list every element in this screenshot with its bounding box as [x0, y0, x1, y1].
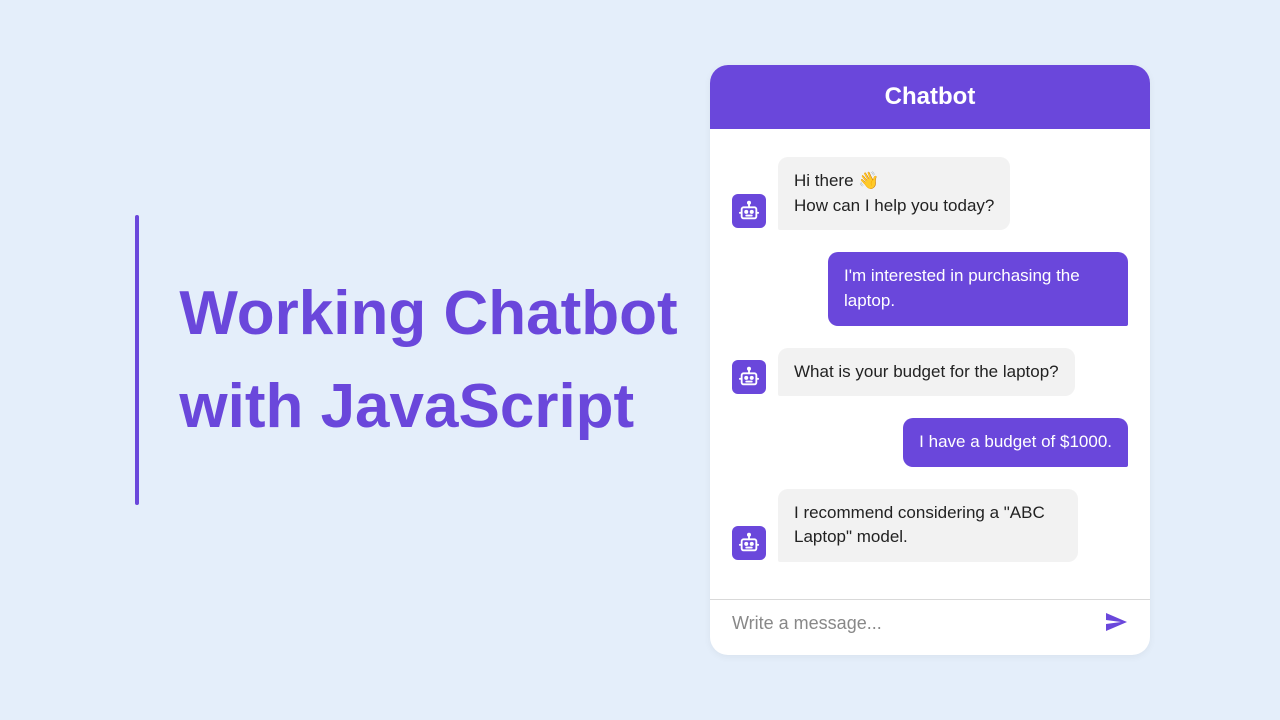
robot-icon: [732, 360, 766, 394]
page-headline: Working Chatbot with JavaScript: [179, 267, 710, 453]
chat-body: Hi there 👋 How can I help you today? I'm …: [710, 129, 1150, 599]
bot-message-bubble: What is your budget for the laptop?: [778, 348, 1075, 397]
user-message-bubble: I have a budget of $1000.: [903, 418, 1128, 467]
bot-message-bubble: Hi there 👋 How can I help you today?: [778, 157, 1010, 230]
bot-message-bubble: I recommend considering a "ABC Laptop" m…: [778, 489, 1078, 562]
headline-section: Working Chatbot with JavaScript: [0, 215, 710, 505]
user-message-row: I'm interested in purchasing the laptop.: [732, 252, 1128, 325]
message-input[interactable]: [732, 613, 1092, 634]
chat-header: Chatbot: [710, 65, 1150, 129]
accent-bar: [135, 215, 139, 505]
chat-input-bar: [710, 599, 1150, 655]
send-icon: [1104, 610, 1128, 637]
robot-icon: [732, 194, 766, 228]
user-message-bubble: I'm interested in purchasing the laptop.: [828, 252, 1128, 325]
send-button[interactable]: [1104, 610, 1128, 637]
robot-icon: [732, 526, 766, 560]
bot-message-row: I recommend considering a "ABC Laptop" m…: [732, 489, 1128, 562]
user-message-row: I have a budget of $1000.: [732, 418, 1128, 467]
bot-message-row: What is your budget for the laptop?: [732, 348, 1128, 397]
chat-widget: Chatbot Hi there 👋 How can I help you to…: [710, 65, 1150, 655]
bot-message-row: Hi there 👋 How can I help you today?: [732, 157, 1128, 230]
